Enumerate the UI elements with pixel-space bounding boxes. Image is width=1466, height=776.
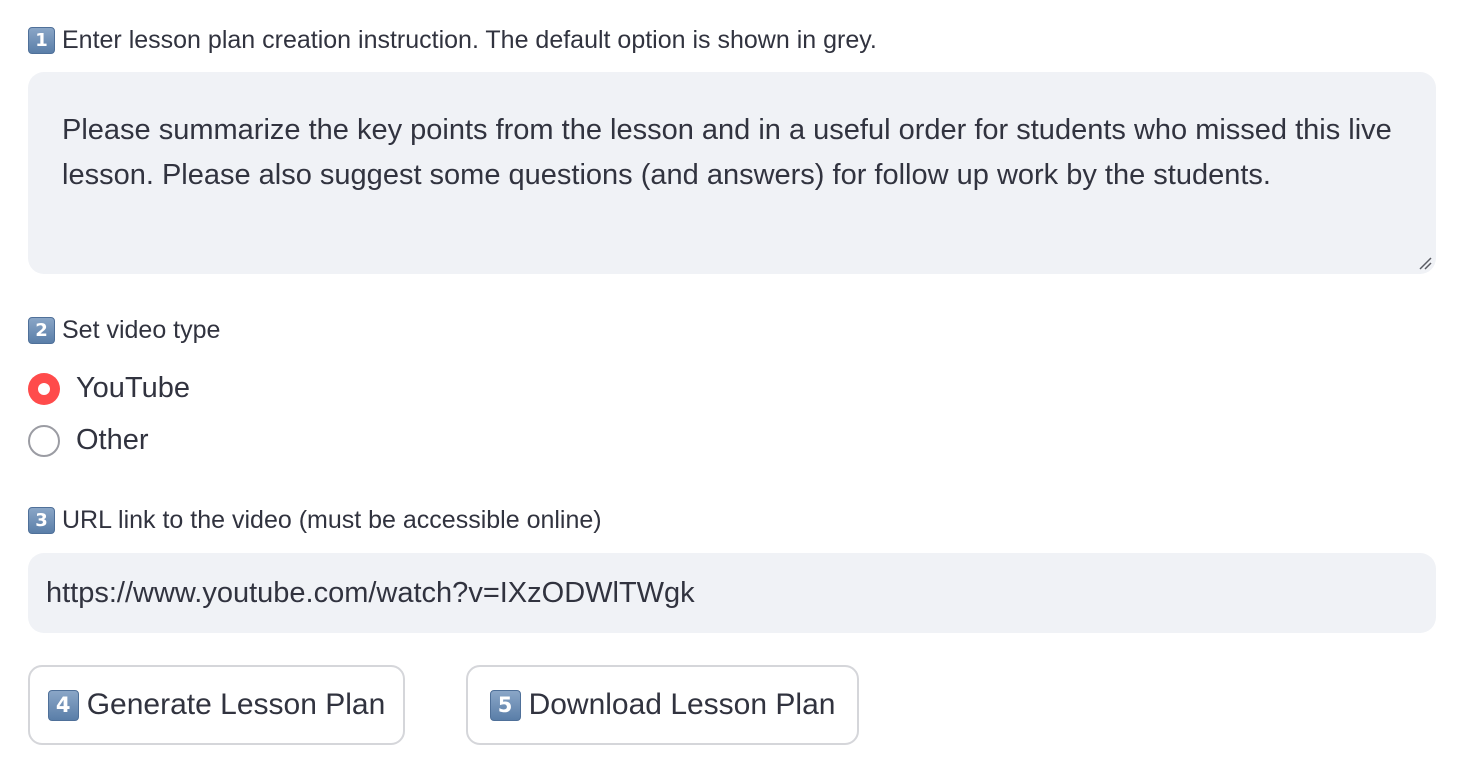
radio-checked-icon[interactable] bbox=[28, 372, 60, 405]
keycap-2-icon: 2 bbox=[28, 317, 55, 344]
video-type-label: 2 Set video type bbox=[28, 316, 220, 345]
resize-handle-icon[interactable] bbox=[1418, 256, 1432, 270]
generate-lesson-plan-button[interactable]: 4 Generate Lesson Plan bbox=[28, 665, 405, 745]
instruction-label: 1 Enter lesson plan creation instruction… bbox=[28, 26, 877, 55]
radio-option-youtube[interactable]: YouTube bbox=[28, 372, 190, 405]
radio-unchecked-icon[interactable] bbox=[28, 424, 60, 457]
download-lesson-plan-button[interactable]: 5 Download Lesson Plan bbox=[466, 665, 859, 745]
keycap-3-icon: 3 bbox=[28, 507, 55, 534]
radio-option-label: Other bbox=[76, 424, 149, 456]
radio-option-other[interactable]: Other bbox=[28, 424, 149, 457]
video-url-label-text: URL link to the video (must be accessibl… bbox=[62, 506, 602, 534]
video-url-value: https://www.youtube.com/watch?v=IXzODWlT… bbox=[46, 576, 695, 609]
keycap-5-icon: 5 bbox=[489, 689, 521, 721]
download-button-label: Download Lesson Plan bbox=[528, 688, 836, 721]
instruction-textarea[interactable]: Please summarize the key points from the… bbox=[28, 72, 1436, 274]
keycap-1-icon: 1 bbox=[28, 27, 55, 54]
generate-button-label: Generate Lesson Plan bbox=[86, 688, 386, 721]
keycap-4-icon: 4 bbox=[47, 689, 79, 721]
video-type-label-text: Set video type bbox=[62, 316, 221, 344]
video-url-input[interactable]: https://www.youtube.com/watch?v=IXzODWlT… bbox=[28, 553, 1436, 633]
video-url-label: 3 URL link to the video (must be accessi… bbox=[28, 506, 602, 535]
radio-option-label: YouTube bbox=[76, 372, 190, 404]
lesson-plan-form: 1 Enter lesson plan creation instruction… bbox=[0, 0, 1466, 776]
instruction-label-text: Enter lesson plan creation instruction. … bbox=[62, 26, 877, 54]
instruction-text: Please summarize the key points from the… bbox=[62, 114, 1392, 191]
